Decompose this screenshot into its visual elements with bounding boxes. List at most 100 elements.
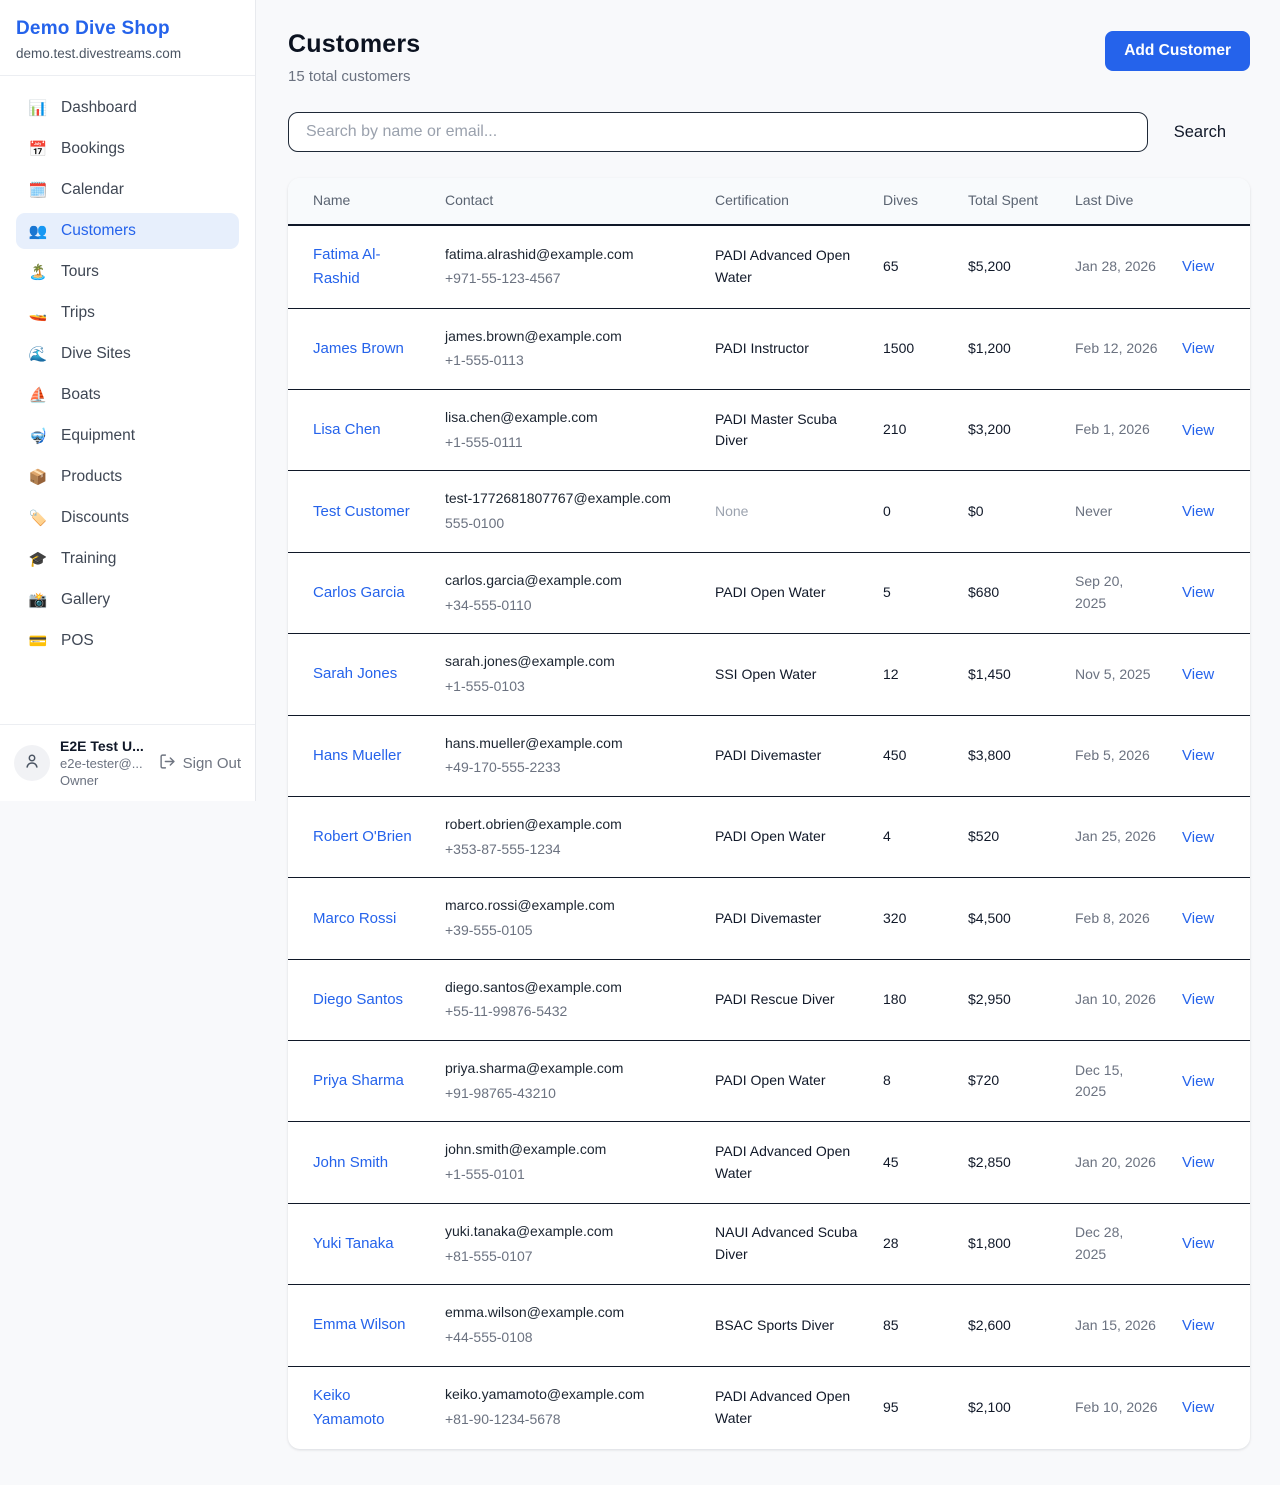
user-name: E2E Test U... — [60, 738, 146, 754]
search-button[interactable]: Search — [1150, 123, 1250, 142]
actions-cell: View — [1170, 1285, 1250, 1366]
last-dive-cell: Dec 28, 2025 — [1063, 1203, 1170, 1284]
customer-name-link[interactable]: Test Customer — [313, 503, 410, 520]
customer-name-link[interactable]: Diego Santos — [313, 991, 403, 1008]
customer-name-link[interactable]: Lisa Chen — [313, 421, 381, 438]
last-dive-cell: Never — [1063, 471, 1170, 552]
view-link[interactable]: View — [1182, 584, 1214, 601]
name-cell: Hans Mueller — [288, 715, 433, 796]
actions-cell: View — [1170, 796, 1250, 877]
customer-name-link[interactable]: John Smith — [313, 1154, 388, 1171]
sidebar-item-label: Tours — [61, 263, 99, 281]
customer-name-link[interactable]: Priya Sharma — [313, 1072, 404, 1089]
sidebar-item-discounts[interactable]: 🏷️Discounts — [16, 500, 239, 536]
sidebar-item-equipment[interactable]: 🤿Equipment — [16, 418, 239, 454]
add-customer-button[interactable]: Add Customer — [1105, 31, 1250, 71]
customer-name-link[interactable]: Fatima Al-Rashid — [313, 246, 381, 287]
table-row: Emma Wilson emma.wilson@example.com+44-55… — [288, 1285, 1250, 1366]
sidebar-item-boats[interactable]: ⛵Boats — [16, 377, 239, 413]
sidebar: Demo Dive Shop demo.test.divestreams.com… — [0, 0, 256, 801]
sidebar-item-calendar[interactable]: 🗓️Calendar — [16, 172, 239, 208]
customers-table-card: NameContactCertificationDivesTotal Spent… — [288, 178, 1250, 1449]
speedboat-icon: 🚤 — [28, 304, 48, 322]
sidebar-item-dashboard[interactable]: 📊Dashboard — [16, 90, 239, 126]
view-link[interactable]: View — [1182, 747, 1214, 764]
table-row: Hans Muellerhans.mueller@example.com+49-… — [288, 715, 1250, 796]
certification-cell: PADI Divemaster — [703, 715, 871, 796]
last-dive-date: Jan 20, 2026 — [1075, 1154, 1156, 1170]
sidebar-item-dive-sites[interactable]: 🌊Dive Sites — [16, 336, 239, 372]
customer-name-link[interactable]: Yuki Tanaka — [313, 1235, 394, 1252]
view-link[interactable]: View — [1182, 503, 1214, 520]
contact-cell: emma.wilson@example.com+44-555-0108 — [433, 1285, 703, 1366]
column-header-name: Name — [288, 178, 433, 225]
certification-cell: NAUI Advanced Scuba Diver — [703, 1203, 871, 1284]
sidebar-user-section: E2E Test U... e2e-tester@... Owner Sign … — [0, 724, 255, 801]
contact-cell: john.smith@example.com+1-555-0101 — [433, 1122, 703, 1203]
view-link[interactable]: View — [1182, 1399, 1214, 1416]
sidebar-item-pos[interactable]: 💳POS — [16, 623, 239, 659]
island-icon: 🏝️ — [28, 263, 48, 281]
name-cell: John Smith — [288, 1122, 433, 1203]
total-spent-cell: $3,800 — [956, 715, 1063, 796]
total-spent-cell: $2,600 — [956, 1285, 1063, 1366]
contact-cell: sarah.jones@example.com+1-555-0103 — [433, 634, 703, 715]
sign-out-button[interactable]: Sign Out — [159, 753, 241, 774]
column-header-actions — [1170, 178, 1250, 225]
actions-cell: View — [1170, 1041, 1250, 1122]
customer-name-link[interactable]: Carlos Garcia — [313, 584, 405, 601]
sidebar-item-products[interactable]: 📦Products — [16, 459, 239, 495]
calendar-icon: 📅 — [28, 140, 48, 158]
customer-email: john.smith@example.com — [445, 1139, 691, 1161]
total-spent-cell: $680 — [956, 552, 1063, 633]
total-spent-cell: $1,800 — [956, 1203, 1063, 1284]
sidebar-item-customers[interactable]: 👥Customers — [16, 213, 239, 249]
customer-name-link[interactable]: Sarah Jones — [313, 665, 397, 682]
view-link[interactable]: View — [1182, 340, 1214, 357]
customer-phone: +44-555-0108 — [445, 1327, 691, 1349]
dives-cell: 45 — [871, 1122, 956, 1203]
actions-cell: View — [1170, 634, 1250, 715]
customer-name-link[interactable]: Keiko Yamamoto — [313, 1387, 384, 1428]
customer-name-link[interactable]: Emma Wilson — [313, 1316, 406, 1333]
shop-name: Demo Dive Shop — [16, 18, 239, 40]
sidebar-item-trips[interactable]: 🚤Trips — [16, 295, 239, 331]
certification-cell: PADI Open Water — [703, 1041, 871, 1122]
certification-cell: PADI Advanced Open Water — [703, 1122, 871, 1203]
last-dive-cell: Feb 8, 2026 — [1063, 878, 1170, 959]
person-icon — [23, 752, 41, 775]
customer-name-link[interactable]: Hans Mueller — [313, 747, 401, 764]
customer-phone: +971-55-123-4567 — [445, 268, 691, 290]
actions-cell: View — [1170, 1122, 1250, 1203]
customer-certification: PADI Advanced Open Water — [715, 1388, 850, 1426]
view-link[interactable]: View — [1182, 1317, 1214, 1334]
view-link[interactable]: View — [1182, 422, 1214, 439]
dives-cell: 0 — [871, 471, 956, 552]
actions-cell: View — [1170, 1203, 1250, 1284]
contact-cell: james.brown@example.com+1-555-0113 — [433, 308, 703, 389]
sidebar-item-bookings[interactable]: 📅Bookings — [16, 131, 239, 167]
view-link[interactable]: View — [1182, 666, 1214, 683]
table-row: Test Customertest-1772681807767@example.… — [288, 471, 1250, 552]
customer-name-link[interactable]: James Brown — [313, 340, 404, 357]
view-link[interactable]: View — [1182, 1235, 1214, 1252]
view-link[interactable]: View — [1182, 910, 1214, 927]
customer-name-link[interactable]: Marco Rossi — [313, 910, 396, 927]
view-link[interactable]: View — [1182, 1154, 1214, 1171]
diving-mask-icon: 🤿 — [28, 427, 48, 445]
sidebar-item-gallery[interactable]: 📸 Gallery — [16, 582, 239, 618]
sidebar-item-label: Gallery — [61, 591, 110, 609]
customer-name-link[interactable]: Robert O'Brien — [313, 828, 412, 845]
view-link[interactable]: View — [1182, 829, 1214, 846]
sidebar-item-tours[interactable]: 🏝️ Tours — [16, 254, 239, 290]
view-link[interactable]: View — [1182, 991, 1214, 1008]
search-input[interactable] — [288, 112, 1148, 152]
customers-table: NameContactCertificationDivesTotal Spent… — [288, 178, 1250, 1449]
sidebar-item-training[interactable]: 🎓Training — [16, 541, 239, 577]
dives-cell: 65 — [871, 225, 956, 309]
view-link[interactable]: View — [1182, 258, 1214, 275]
name-cell: Sarah Jones — [288, 634, 433, 715]
view-link[interactable]: View — [1182, 1073, 1214, 1090]
camera-icon: 📸 — [28, 591, 48, 609]
customer-certification: PADI Open Water — [715, 828, 825, 844]
